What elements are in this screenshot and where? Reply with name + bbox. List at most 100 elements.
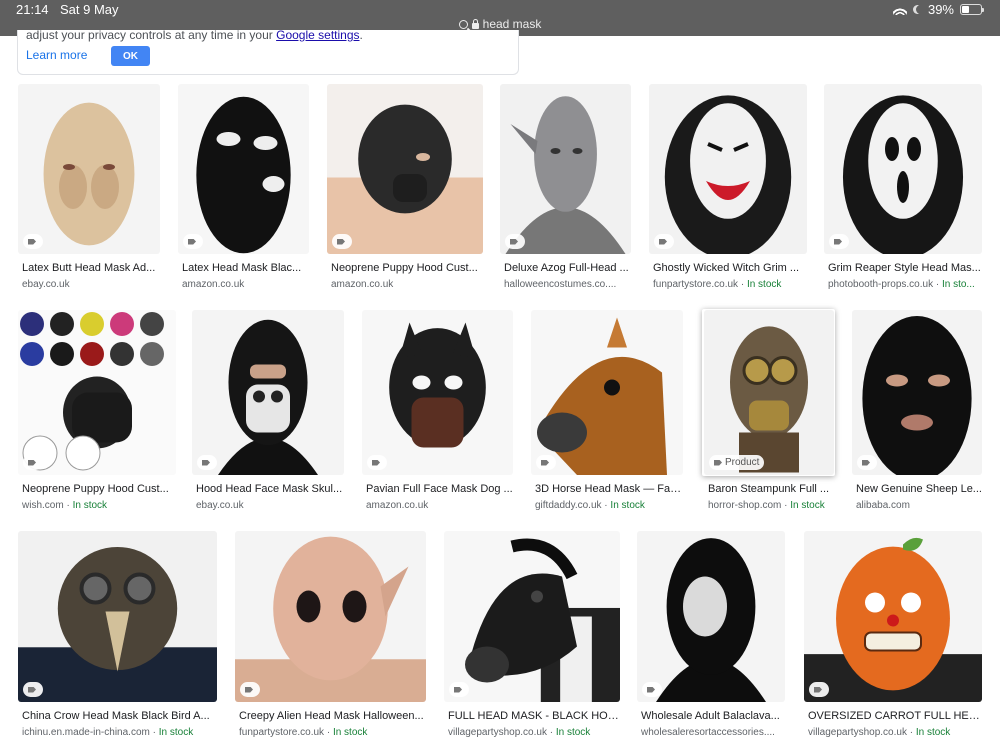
result-title[interactable]: Neoprene Puppy Hood Cust... bbox=[331, 262, 483, 274]
stock-status: In stock bbox=[746, 279, 782, 290]
result-source: amazon.co.uk bbox=[366, 500, 513, 511]
result-source: funpartystore.co.uk · In stock bbox=[239, 727, 426, 738]
lock-icon bbox=[471, 19, 479, 29]
product-tag bbox=[449, 682, 469, 697]
price-tag-icon bbox=[28, 459, 36, 466]
battery-percent: 39% bbox=[927, 2, 954, 17]
image-result[interactable]: Wholesale Adult Balaclava... wholesaleres… bbox=[637, 531, 785, 742]
image-result[interactable]: Ghostly Wicked Witch Grim ... funpartysto… bbox=[649, 84, 807, 294]
image-result[interactable]: Neoprene Puppy Hood Cust... wish.com · In… bbox=[18, 310, 176, 515]
price-tag-icon bbox=[541, 459, 549, 466]
source-domain: alibaba.com bbox=[856, 500, 910, 511]
result-title[interactable]: Neoprene Puppy Hood Cust... bbox=[22, 483, 176, 495]
image-result[interactable]: Hood Head Face Mask Skul... ebay.co.uk bbox=[192, 310, 344, 515]
consent-banner: adjust your privacy controls at any time… bbox=[17, 28, 519, 75]
result-thumbnail[interactable] bbox=[531, 310, 683, 475]
image-result[interactable]: FULL HEAD MASK - BLACK HOR... villagepart… bbox=[444, 531, 620, 742]
image-result[interactable]: OVERSIZED CARROT FULL HEAD... villagepart… bbox=[804, 531, 982, 742]
result-title[interactable]: Ghostly Wicked Witch Grim ... bbox=[653, 262, 807, 274]
result-thumbnail[interactable] bbox=[824, 84, 982, 254]
result-thumbnail[interactable] bbox=[852, 310, 982, 475]
stock-status: In stock bbox=[332, 727, 368, 738]
google-settings-link[interactable]: Google settings bbox=[276, 28, 359, 42]
price-tag-icon bbox=[337, 238, 345, 245]
price-tag-icon bbox=[188, 238, 196, 245]
result-title[interactable]: Wholesale Adult Balaclava... bbox=[641, 710, 785, 722]
result-thumbnail[interactable] bbox=[235, 531, 426, 702]
result-title[interactable]: Hood Head Face Mask Skul... bbox=[196, 483, 344, 495]
result-title[interactable]: 3D Horse Head Mask — Fan... bbox=[535, 483, 683, 495]
source-domain: villagepartyshop.co.uk bbox=[808, 727, 907, 738]
source-domain: amazon.co.uk bbox=[182, 279, 245, 290]
price-tag-icon bbox=[245, 686, 253, 693]
product-badge-label: Product bbox=[725, 457, 760, 468]
stock-status: In stock bbox=[555, 727, 591, 738]
image-result[interactable]: Latex Butt Head Mask Ad... ebay.co.uk bbox=[18, 84, 160, 294]
result-title[interactable]: Deluxe Azog Full-Head ... bbox=[504, 262, 631, 274]
result-thumbnail[interactable] bbox=[362, 310, 513, 475]
result-source: ichinu.en.made-in-china.com · In stock bbox=[22, 727, 217, 738]
result-title[interactable]: Grim Reaper Style Head Mas... bbox=[828, 262, 982, 274]
consent-text-end: . bbox=[359, 28, 363, 42]
image-result[interactable]: Neoprene Puppy Hood Cust... amazon.co.uk bbox=[327, 84, 483, 294]
product-tag bbox=[505, 234, 525, 249]
result-title[interactable]: FULL HEAD MASK - BLACK HOR... bbox=[448, 710, 620, 722]
image-result[interactable]: 3D Horse Head Mask — Fan... giftdaddy.co.… bbox=[531, 310, 683, 515]
result-title[interactable]: New Genuine Sheep Le... bbox=[856, 483, 982, 495]
source-domain: horror-shop.com bbox=[708, 500, 782, 511]
browser-page: 21:14 Sat 9 May head mask 39% adjust you… bbox=[0, 0, 1000, 750]
image-result[interactable]: Deluxe Azog Full-Head ... halloweencostum… bbox=[500, 84, 631, 294]
stock-status: In stock bbox=[915, 727, 951, 738]
result-title[interactable]: Pavian Full Face Mask Dog ... bbox=[366, 483, 513, 495]
result-title[interactable]: China Crow Head Mask Black Bird A... bbox=[22, 710, 217, 722]
source-domain: photobooth-props.co.uk bbox=[828, 279, 934, 290]
image-result[interactable]: Latex Head Mask Blac... amazon.co.uk bbox=[178, 84, 309, 294]
source-domain: ichinu.en.made-in-china.com bbox=[22, 727, 150, 738]
result-thumbnail[interactable] bbox=[637, 531, 785, 702]
stock-status: In stock bbox=[72, 500, 108, 511]
source-domain: villagepartyshop.co.uk bbox=[448, 727, 547, 738]
product-tag bbox=[23, 234, 43, 249]
result-thumbnail[interactable] bbox=[178, 84, 309, 254]
result-thumbnail[interactable] bbox=[18, 310, 176, 475]
result-thumbnail[interactable] bbox=[192, 310, 344, 475]
price-tag-icon bbox=[714, 459, 722, 466]
result-source: amazon.co.uk bbox=[182, 279, 309, 290]
clock: 21:14 bbox=[16, 2, 49, 17]
price-tag-icon bbox=[372, 459, 380, 466]
image-result[interactable]: Creepy Alien Head Mask Halloween... funpa… bbox=[235, 531, 426, 742]
source-domain: ebay.co.uk bbox=[196, 500, 244, 511]
image-result[interactable]: Product Baron Steampunk Full ... horror-sh… bbox=[704, 310, 834, 515]
result-source: wish.com · In stock bbox=[22, 500, 176, 511]
result-thumbnail[interactable] bbox=[18, 84, 160, 254]
battery-level bbox=[962, 6, 970, 13]
ok-button[interactable]: OK bbox=[111, 46, 150, 66]
result-title[interactable]: Latex Butt Head Mask Ad... bbox=[22, 262, 160, 274]
result-title[interactable]: Creepy Alien Head Mask Halloween... bbox=[239, 710, 426, 722]
result-thumbnail[interactable] bbox=[804, 531, 982, 702]
learn-more-link[interactable]: Learn more bbox=[26, 48, 87, 62]
result-title[interactable]: OVERSIZED CARROT FULL HEAD... bbox=[808, 710, 982, 722]
price-tag-icon bbox=[659, 238, 667, 245]
separator-dot: · bbox=[149, 727, 159, 738]
result-thumbnail[interactable] bbox=[444, 531, 620, 702]
product-tag bbox=[240, 682, 260, 697]
result-thumbnail[interactable] bbox=[500, 84, 631, 254]
separator-dot: · bbox=[63, 500, 73, 511]
result-title[interactable]: Latex Head Mask Blac... bbox=[182, 262, 309, 274]
image-result[interactable]: Pavian Full Face Mask Dog ... amazon.co.u… bbox=[362, 310, 513, 515]
result-thumbnail[interactable] bbox=[704, 310, 834, 475]
result-thumbnail[interactable] bbox=[18, 531, 217, 702]
wifi-icon bbox=[892, 4, 907, 15]
product-tag bbox=[654, 234, 674, 249]
result-title[interactable]: Baron Steampunk Full ... bbox=[708, 483, 834, 495]
result-source: horror-shop.com · In stock bbox=[708, 500, 834, 511]
source-domain: ebay.co.uk bbox=[22, 279, 70, 290]
result-thumbnail[interactable] bbox=[649, 84, 807, 254]
image-result[interactable]: New Genuine Sheep Le... alibaba.com bbox=[852, 310, 982, 515]
result-thumbnail[interactable] bbox=[327, 84, 483, 254]
image-result[interactable]: China Crow Head Mask Black Bird A... ichi… bbox=[18, 531, 217, 742]
product-tag bbox=[367, 455, 387, 470]
image-result[interactable]: Grim Reaper Style Head Mas... photobooth-… bbox=[824, 84, 982, 294]
separator-dot: · bbox=[546, 727, 556, 738]
